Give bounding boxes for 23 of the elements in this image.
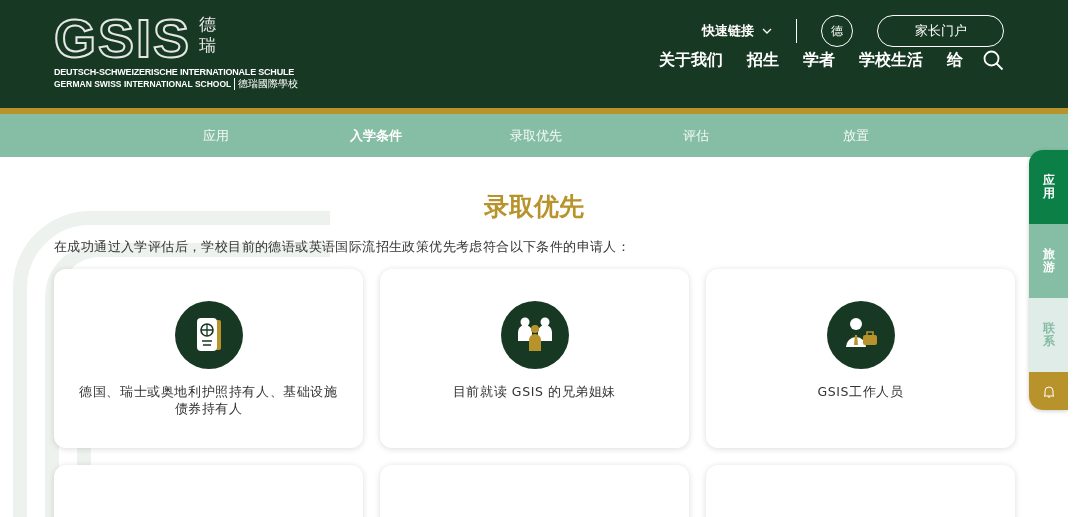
intro-text: 在成功通过入学评估后，学校目前的德语或英语国际流招生政策优先考虑符合以下条件的申请人：: [54, 238, 632, 256]
side-tab[interactable]: 应用: [1029, 150, 1068, 224]
nav-link[interactable]: 学者: [803, 50, 835, 71]
section-heading: 录取优先: [483, 191, 585, 223]
passport-icon: [174, 301, 243, 369]
logo-tagline: DEUTSCH-SCHWEIZERISCHE INTERNATIONALE SCHULE: [54, 66, 296, 78]
quick-links-dropdown[interactable]: 快速链接: [702, 22, 772, 40]
logo-tagline: GERMAN SWISS INTERNATIONAL SCHOOL: [54, 78, 232, 90]
chevron-icon: [762, 27, 772, 35]
bell-icon: [1042, 384, 1055, 398]
family-icon: [500, 301, 569, 369]
nav-link[interactable]: 关于我们: [659, 50, 723, 71]
nav-link[interactable]: 给: [947, 50, 963, 71]
nav-link[interactable]: 学校生活: [859, 50, 923, 71]
staff-icon: [826, 301, 895, 369]
card-text: GSIS工作人员: [816, 383, 905, 400]
search-icon[interactable]: [983, 50, 1004, 71]
card-text: 德国、瑞士或奥地利护照持有人、基础设施债券持有人: [78, 383, 339, 417]
card-text: 目前就读 GSIS 的兄弟姐妹: [451, 383, 618, 400]
nav-link[interactable]: 招生: [747, 50, 779, 71]
logo-tagline: 德瑞國際學校: [234, 78, 299, 90]
logo-chinese-name: 德 瑞: [199, 14, 217, 56]
logo-wordmark: GSIS: [54, 14, 192, 62]
